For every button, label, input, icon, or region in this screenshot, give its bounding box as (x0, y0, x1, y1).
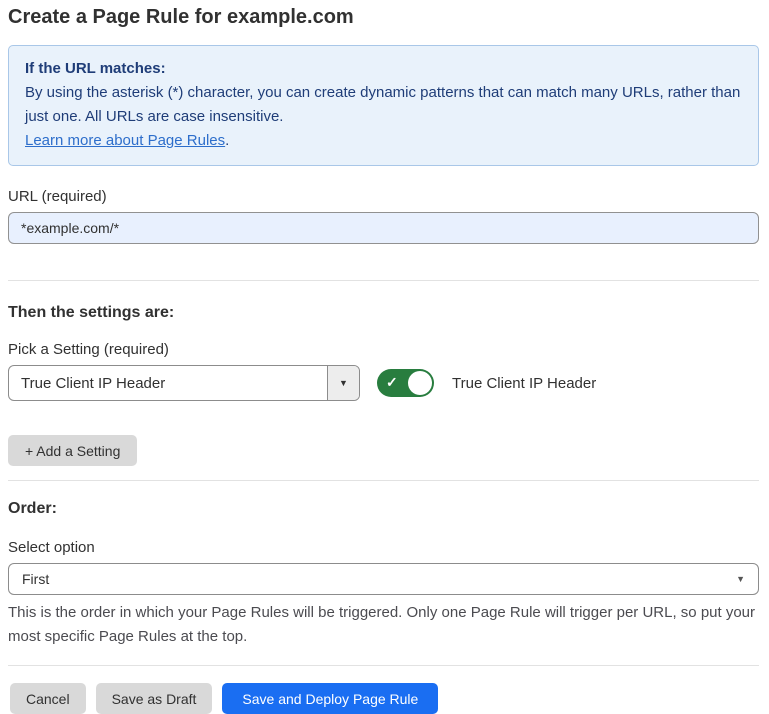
page-rule-form: Create a Page Rule for example.com If th… (0, 0, 769, 714)
order-select-value: First (22, 571, 49, 587)
order-select[interactable]: First ▼ (8, 563, 759, 595)
footer-actions: Cancel Save as Draft Save and Deploy Pag… (8, 683, 759, 714)
add-setting-button[interactable]: + Add a Setting (8, 435, 137, 466)
info-box-link-line: Learn more about Page Rules. (25, 129, 742, 153)
cancel-button[interactable]: Cancel (10, 683, 86, 714)
info-box-heading: If the URL matches: (25, 57, 742, 81)
link-suffix: . (225, 132, 229, 149)
section-divider (8, 280, 759, 281)
check-icon: ✓ (386, 374, 398, 391)
setting-select-value: True Client IP Header (9, 366, 327, 400)
chevron-down-icon[interactable]: ▼ (327, 366, 359, 400)
setting-row: True Client IP Header ▼ ✓ True Client IP… (8, 365, 759, 401)
chevron-down-icon: ▼ (736, 574, 745, 584)
save-and-deploy-button[interactable]: Save and Deploy Page Rule (222, 683, 438, 714)
setting-toggle[interactable]: ✓ (377, 369, 434, 397)
footer-divider (8, 665, 759, 666)
pick-setting-label: Pick a Setting (required) (8, 341, 759, 358)
order-section-heading: Order: (8, 500, 759, 518)
setting-toggle-label: True Client IP Header (452, 375, 596, 392)
section-divider (8, 480, 759, 481)
url-match-info-box: If the URL matches: By using the asteris… (8, 45, 759, 166)
info-box-body: By using the asterisk (*) character, you… (25, 81, 742, 129)
learn-more-link[interactable]: Learn more about Page Rules (25, 132, 225, 149)
settings-section-heading: Then the settings are: (8, 304, 759, 322)
save-as-draft-button[interactable]: Save as Draft (96, 683, 213, 714)
toggle-knob (408, 371, 432, 395)
setting-select[interactable]: True Client IP Header ▼ (8, 365, 360, 401)
url-field-label: URL (required) (8, 188, 759, 205)
page-title: Create a Page Rule for example.com (8, 6, 759, 29)
order-help-text: This is the order in which your Page Rul… (8, 601, 759, 649)
url-input[interactable] (8, 212, 759, 244)
order-select-label: Select option (8, 539, 759, 556)
